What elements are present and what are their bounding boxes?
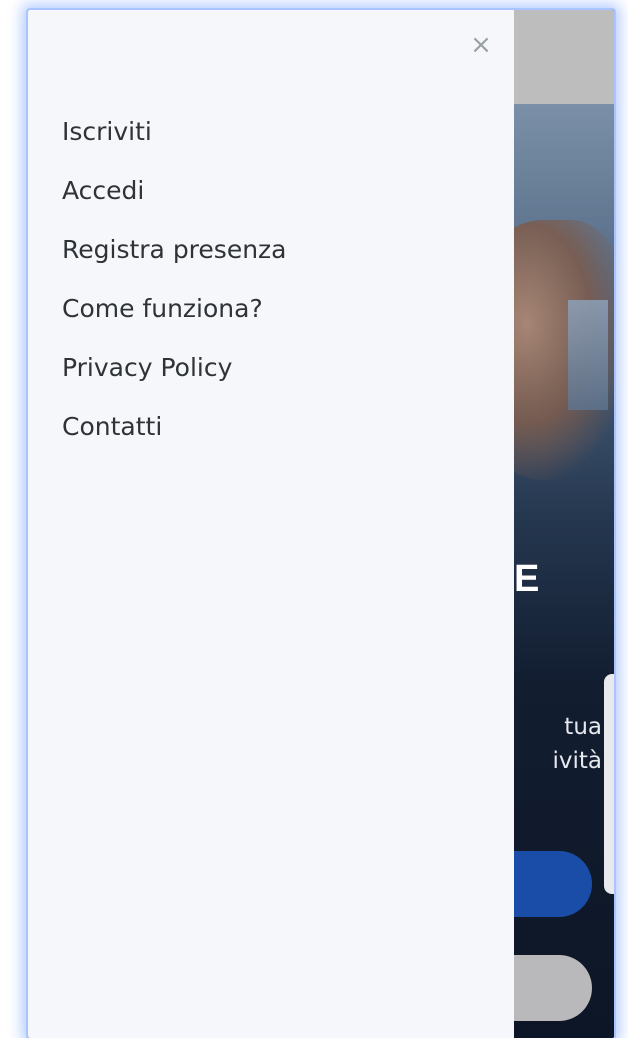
menu-item-privacy-policy[interactable]: Privacy Policy	[62, 338, 287, 397]
hero-description: tua ività	[510, 710, 602, 778]
screen-frame: E tua ività × Iscriviti Accedi Registra …	[0, 0, 628, 1038]
hero-description-line2: ività	[552, 748, 602, 774]
side-drawer: × Iscriviti Accedi Registra presenza Com…	[28, 10, 514, 1038]
menu-item-come-funziona[interactable]: Come funziona?	[62, 279, 287, 338]
menu-item-accedi[interactable]: Accedi	[62, 161, 287, 220]
hero-heading: E	[514, 558, 541, 600]
drawer-menu: Iscriviti Accedi Registra presenza Come …	[62, 102, 287, 456]
menu-item-registra-presenza[interactable]: Registra presenza	[62, 220, 287, 279]
phone-viewport: E tua ività × Iscriviti Accedi Registra …	[28, 10, 614, 1038]
menu-item-contatti[interactable]: Contatti	[62, 397, 287, 456]
hero-image-building	[568, 300, 608, 410]
page-scrollbar[interactable]	[604, 674, 614, 894]
hero-description-line1: tua	[564, 714, 602, 740]
menu-item-iscriviti[interactable]: Iscriviti	[62, 102, 287, 161]
close-icon[interactable]: ×	[464, 28, 498, 62]
